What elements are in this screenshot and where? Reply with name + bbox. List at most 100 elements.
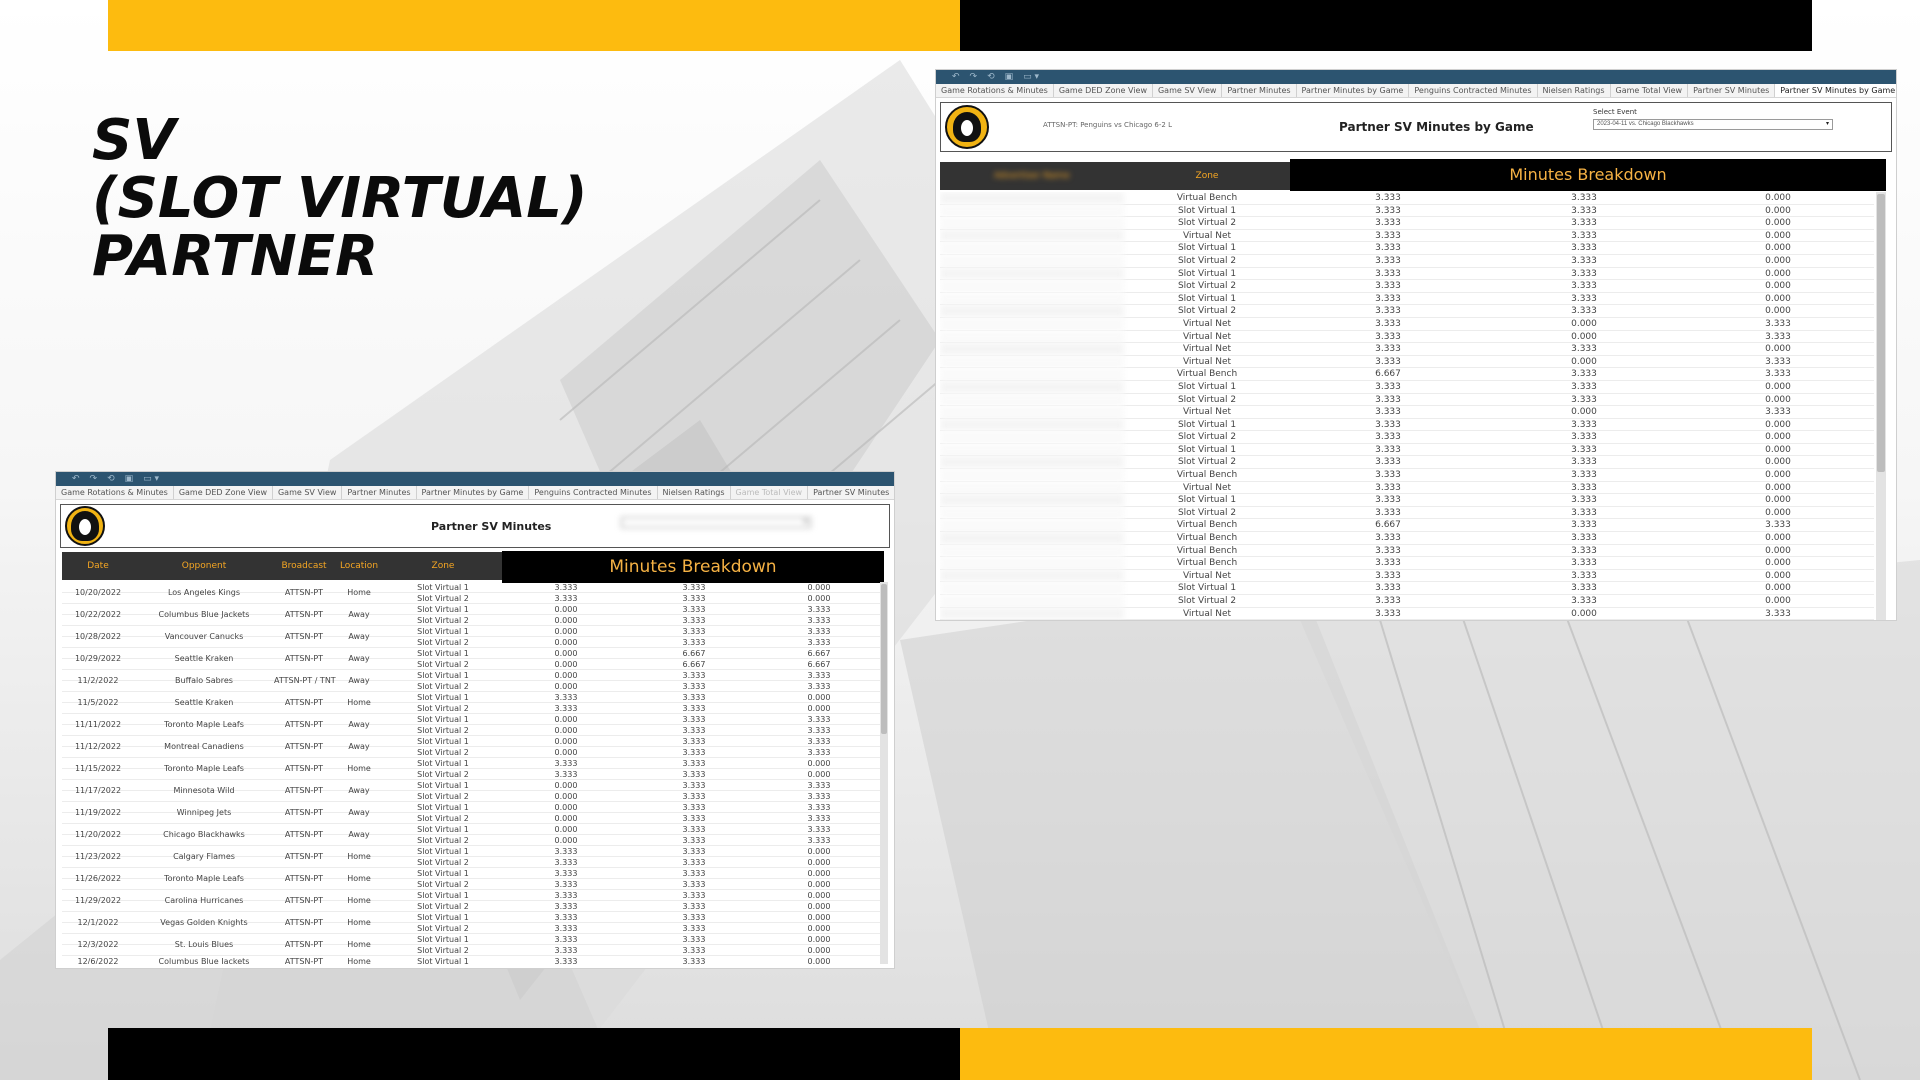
- table-row[interactable]: 11/11/2022 Toronto Maple Leafs ATTSN-PT Awa…: [62, 714, 880, 729]
- table-row[interactable]: Virtual Net 3.333 0.000 3.333: [940, 355, 1874, 369]
- redo-icon[interactable]: ↷: [90, 472, 98, 486]
- tab-5[interactable]: Penguins Contracted Minutes: [529, 486, 658, 499]
- tab-3[interactable]: Partner Minutes: [1222, 84, 1297, 97]
- table-row[interactable]: 11/17/2022 Minnesota Wild ATTSN-PT Away Slot…: [62, 780, 880, 795]
- tab-1[interactable]: Game DED Zone View: [1054, 84, 1153, 97]
- table-row[interactable]: Virtual Net 3.333 3.333 0.000: [940, 569, 1874, 583]
- minutes-cell: 3.333: [1765, 407, 1791, 418]
- table-row[interactable]: Slot Virtual 1 3.333 3.333 0.000: [940, 267, 1874, 281]
- table-row[interactable]: Slot Virtual 1 3.333 3.333 0.000: [940, 582, 1874, 595]
- table-row[interactable]: 11/5/2022 Seattle Kraken ATTSN-PT Home Slot …: [62, 692, 880, 707]
- column-header-advertiser-name[interactable]: Advertiser Name: [940, 171, 1124, 181]
- table-row[interactable]: Virtual Bench 6.667 3.333 3.333: [940, 519, 1874, 533]
- table-row[interactable]: 11/19/2022 Winnipeg Jets ATTSN-PT Away Slot …: [62, 802, 880, 817]
- table-row[interactable]: Slot Virtual 2 3.333 3.333 0.000: [940, 393, 1874, 407]
- table-row[interactable]: Slot Virtual 2 3.333 3.333 0.000: [940, 506, 1874, 520]
- column-header-zone[interactable]: Zone: [1124, 171, 1290, 181]
- table-row[interactable]: 10/20/2022 Los Angeles Kings ATTSN-PT Home S…: [62, 582, 880, 597]
- tab-4[interactable]: Partner Minutes by Game: [1297, 84, 1410, 97]
- table-row[interactable]: 11/20/2022 Chicago Blackhawks ATTSN-PT Away…: [62, 824, 880, 839]
- table-row[interactable]: Virtual Bench 6.667 3.333 3.333: [940, 368, 1874, 381]
- tab-3[interactable]: Partner Minutes: [342, 486, 417, 499]
- scrollbar-thumb[interactable]: [881, 584, 887, 734]
- column-header-zone[interactable]: Zone: [384, 561, 502, 571]
- table-row[interactable]: Slot Virtual 2 3.333 3.333 0.000: [940, 305, 1874, 318]
- table-row[interactable]: Slot Virtual 2 3.333 3.333 0.000: [940, 254, 1874, 268]
- table-row[interactable]: Slot Virtual 2 3.333 3.333 0.000: [940, 280, 1874, 293]
- undo-icon[interactable]: ↶: [72, 472, 80, 486]
- tab-1[interactable]: Game DED Zone View: [174, 486, 273, 499]
- column-header-location[interactable]: Location: [334, 561, 384, 571]
- table-row[interactable]: 11/12/2022 Montreal Canadiens ATTSN-PT Away…: [62, 736, 880, 751]
- table-row[interactable]: 11/2/2022 Buffalo Sabres ATTSN-PT / TNT Awa…: [62, 670, 880, 685]
- table-row[interactable]: 12/6/2022 Columbus Blue Jackets ATTSN-PT Ho…: [62, 956, 880, 964]
- save-icon[interactable]: ▣: [1005, 70, 1014, 84]
- revert-icon[interactable]: ⟲: [107, 472, 115, 486]
- tab-6[interactable]: Nielsen Ratings: [658, 486, 731, 499]
- more-icon[interactable]: ▭ ▾: [1023, 70, 1039, 84]
- vertical-scrollbar[interactable]: [880, 582, 888, 964]
- table-row[interactable]: Virtual Net 3.333 0.000 3.333: [940, 607, 1874, 620]
- save-icon[interactable]: ▣: [125, 472, 134, 486]
- table-row[interactable]: Virtual Net 3.333 3.333 0.000: [940, 229, 1874, 243]
- tab-0[interactable]: Game Rotations & Minutes: [936, 84, 1054, 97]
- table-row[interactable]: 12/1/2022 Vegas Golden Knights ATTSN-PT Hom…: [62, 912, 880, 927]
- table-row[interactable]: Virtual Bench 3.333 3.333 0.000: [940, 544, 1874, 558]
- tab-6[interactable]: Nielsen Ratings: [1538, 84, 1611, 97]
- table-row[interactable]: 10/28/2022 Vancouver Canucks ATTSN-PT Away S…: [62, 626, 880, 641]
- minutes-cell: 0.000: [807, 770, 831, 779]
- table-row[interactable]: Slot Virtual 1 3.333 3.333 0.000: [940, 443, 1874, 457]
- scrollbar-thumb[interactable]: [1877, 194, 1885, 472]
- zone-cell: Virtual Net: [1182, 407, 1232, 418]
- tab-4[interactable]: Partner Minutes by Game: [417, 486, 530, 499]
- table-row[interactable]: 10/29/2022 Seattle Kraken ATTSN-PT Away Slot…: [62, 648, 880, 663]
- table-row[interactable]: Virtual Net 3.333 0.000 3.333: [940, 406, 1874, 419]
- redo-icon[interactable]: ↷: [970, 70, 978, 84]
- revert-icon[interactable]: ⟲: [987, 70, 995, 84]
- vertical-scrollbar[interactable]: [1876, 192, 1886, 620]
- zone-cell: Slot Virtual 2: [417, 814, 469, 823]
- more-icon[interactable]: ▭ ▾: [143, 472, 159, 486]
- table-row[interactable]: Virtual Net 3.333 3.333 0.000: [940, 343, 1874, 356]
- tab-0[interactable]: Game Rotations & Minutes: [56, 486, 174, 499]
- table-row[interactable]: 11/23/2022 Calgary Flames ATTSN-PT Home Slot…: [62, 846, 880, 861]
- table-row[interactable]: Virtual Bench 3.333 3.333 0.000: [940, 469, 1874, 482]
- table-row[interactable]: Slot Virtual 2 3.333 3.333 0.000: [940, 217, 1874, 230]
- undo-icon[interactable]: ↶: [952, 70, 960, 84]
- table-row[interactable]: Virtual Net 3.333 0.000 3.333: [940, 330, 1874, 344]
- table-row[interactable]: Virtual Bench 3.333 3.333 0.000: [940, 192, 1874, 205]
- table-row[interactable]: 10/22/2022 Columbus Blue Jackets ATTSN-PT A…: [62, 604, 880, 619]
- table-row[interactable]: 11/15/2022 Toronto Maple Leafs ATTSN-PT Hom…: [62, 758, 880, 773]
- column-header-broadcast[interactable]: Broadcast: [274, 561, 334, 571]
- broadcast-cell: ATTSN-PT: [284, 918, 324, 927]
- tab-2[interactable]: Game SV View: [273, 486, 343, 499]
- table-row[interactable]: Virtual Bench 3.333 3.333 0.000: [940, 557, 1874, 570]
- tab-9[interactable]: Partner SV Minutes by Game: [1775, 84, 1896, 97]
- minutes-cell: 0.000: [554, 660, 578, 669]
- table-row[interactable]: Virtual Net 3.333 3.333 0.000: [940, 481, 1874, 495]
- table-row[interactable]: Virtual Net 3.333 0.000 3.333: [940, 317, 1874, 331]
- table-row[interactable]: Slot Virtual 1 3.333 3.333 0.000: [940, 380, 1874, 394]
- table-row[interactable]: Slot Virtual 2 3.333 3.333 0.000: [940, 431, 1874, 444]
- tab-8[interactable]: Partner SV Minutes: [1688, 84, 1776, 97]
- tab-8[interactable]: Partner SV Minutes: [808, 486, 894, 499]
- table-row[interactable]: Slot Virtual 1 3.333 3.333 0.000: [940, 204, 1874, 218]
- tab-2[interactable]: Game SV View: [1153, 84, 1223, 97]
- event-select-dropdown[interactable]: ▾: [621, 517, 811, 528]
- table-row[interactable]: 12/3/2022 St. Louis Blues ATTSN-PT Home Slot…: [62, 934, 880, 949]
- table-row[interactable]: Slot Virtual 1 3.333 3.333 0.000: [940, 418, 1874, 432]
- tab-5[interactable]: Penguins Contracted Minutes: [1409, 84, 1538, 97]
- tab-7[interactable]: Game Total View: [1611, 84, 1689, 97]
- table-row[interactable]: Slot Virtual 2 3.333 3.333 0.000: [940, 456, 1874, 470]
- column-header-opponent[interactable]: Opponent: [134, 561, 274, 571]
- table-row[interactable]: Slot Virtual 2 3.333 3.333 0.000: [940, 595, 1874, 608]
- event-select-dropdown[interactable]: 2023-04-11 vs. Chicago Blackhawks ▾: [1593, 119, 1833, 130]
- table-row[interactable]: Slot Virtual 1 3.333 3.333 0.000: [940, 242, 1874, 255]
- table-row[interactable]: Slot Virtual 1 3.333 3.333 0.000: [940, 494, 1874, 507]
- table-row[interactable]: 11/26/2022 Toronto Maple Leafs ATTSN-PT Hom…: [62, 868, 880, 883]
- table-row[interactable]: Slot Virtual 1 3.333 3.333 0.000: [940, 292, 1874, 306]
- table-row[interactable]: 11/29/2022 Carolina Hurricanes ATTSN-PT Hom…: [62, 890, 880, 905]
- tab-7[interactable]: Game Total View: [731, 486, 809, 499]
- column-header-date[interactable]: Date: [62, 561, 134, 571]
- table-row[interactable]: Virtual Bench 3.333 3.333 0.000: [940, 532, 1874, 545]
